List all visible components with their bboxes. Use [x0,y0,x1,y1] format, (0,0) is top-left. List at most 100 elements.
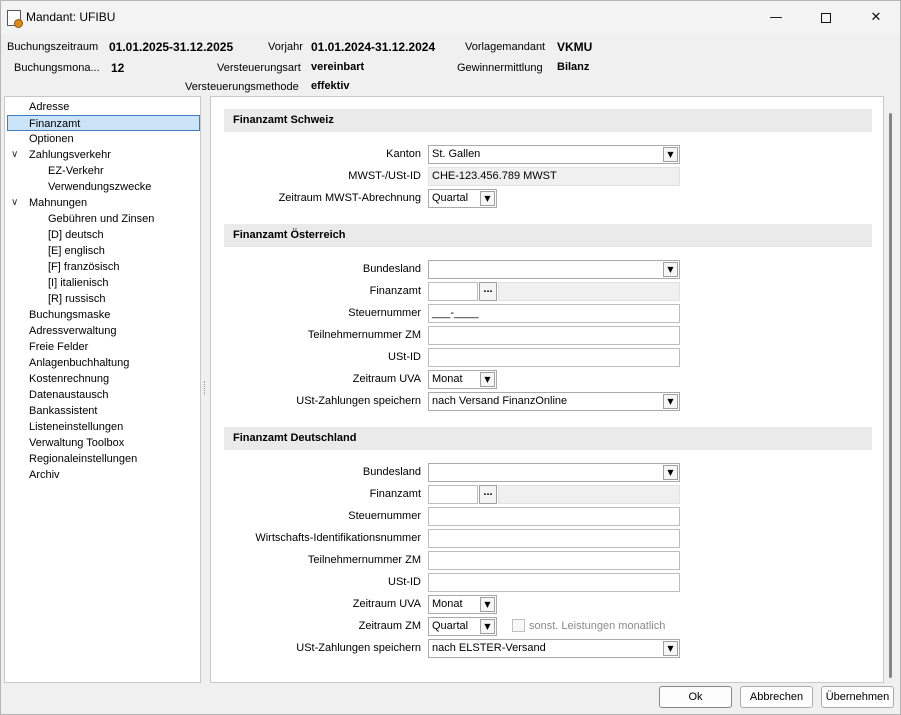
settings-tree[interactable]: Adresse Finanzamt Optionen ∨ Zahlungsver… [4,96,201,683]
tree-item-zahlungsverkehr[interactable]: Zahlungsverkehr [29,147,111,163]
at-teilnehmer-input[interactable] [428,326,680,345]
de-teilnehmer-input[interactable] [428,551,680,570]
de-ustid-input[interactable] [428,573,680,592]
finanzamt-panel: Finanzamt Schweiz Kanton St. Gallen ▼ MW… [210,96,884,683]
dropdown-arrow-icon[interactable]: ▼ [663,394,678,409]
at-finanzamt-browse-button[interactable]: ... [479,282,497,301]
de-teilnehmer-label: Teilnehmernummer ZM [307,554,421,566]
gewinnermittlung-label: Gewinnermittlung [457,62,543,74]
de-wid-input[interactable] [428,529,680,548]
section-schweiz-title: Finanzamt Schweiz [224,109,872,132]
tree-item-deutsch[interactable]: [D] deutsch [48,227,104,243]
buchungszeitraum-label: Buchungszeitraum [7,41,99,53]
at-ustid-label: USt-ID [388,351,421,363]
splitter-handle[interactable] [204,381,207,395]
tree-item-datenaustausch[interactable]: Datenaustausch [29,387,109,403]
tree-item-kostenrechnung[interactable]: Kostenrechnung [29,371,109,387]
de-zeitraum-uva-value: Monat [432,598,463,610]
de-zeitraum-zm-select[interactable]: Quartal ▼ [428,617,497,636]
tree-item-gebuehren[interactable]: Gebühren und Zinsen [48,211,154,227]
tree-item-verwaltung-toolbox[interactable]: Verwaltung Toolbox [29,435,124,451]
tree-item-anlagenbuchhaltung[interactable]: Anlagenbuchhaltung [29,355,129,371]
gewinnermittlung-value: Bilanz [557,61,590,73]
at-finanzamt-name [498,282,680,301]
de-zahlungen-select[interactable]: nach ELSTER-Versand ▼ [428,639,680,658]
tree-item-englisch[interactable]: [E] englisch [48,243,105,259]
de-zahlungen-label: USt-Zahlungen speichern [296,642,421,654]
maximize-button[interactable] [803,1,849,35]
dropdown-arrow-icon[interactable]: ▼ [480,619,495,634]
de-zeitraum-zm-label: Zeitraum ZM [358,620,421,632]
vorjahr-label: Vorjahr [268,41,303,53]
tree-item-mahnungen[interactable]: Mahnungen [29,195,87,211]
de-finanzamt-name [498,485,680,504]
at-teilnehmer-label: Teilnehmernummer ZM [307,329,421,341]
close-button[interactable]: ✕ [853,1,899,35]
tree-item-ez-verkehr[interactable]: EZ-Verkehr [48,163,104,179]
kanton-select[interactable]: St. Gallen ▼ [428,145,680,164]
dialog-window: Mandant: UFIBU — ✕ Buchungszeitraum 01.0… [0,0,901,715]
tree-item-italienisch[interactable]: [I] italienisch [48,275,109,291]
de-finanzamt-input[interactable] [428,485,478,504]
vertical-scrollbar[interactable] [889,113,892,678]
tree-item-finanzamt[interactable]: Finanzamt [7,115,200,131]
chevron-down-icon[interactable]: ∨ [11,195,18,211]
de-steuernummer-label: Steuernummer [348,510,421,522]
title-bar[interactable]: Mandant: UFIBU — ✕ [1,1,900,35]
at-steuernummer-input[interactable]: ___-____ [428,304,680,323]
de-zeitraum-uva-select[interactable]: Monat ▼ [428,595,497,614]
dropdown-arrow-icon[interactable]: ▼ [480,597,495,612]
de-bundesland-select[interactable]: ▼ [428,463,680,482]
versteuerungsart-value: vereinbart [311,61,365,73]
versteuerungsmethode-value: effektiv [311,80,350,92]
versteuerungsmethode-label: Versteuerungsmethode [185,81,299,93]
zeitraum-mwst-select[interactable]: Quartal ▼ [428,189,497,208]
apply-button[interactable]: Übernehmen [821,686,894,708]
tree-item-regionaleinstellungen[interactable]: Regionaleinstellungen [29,451,137,467]
sonst-leistungen-checkbox[interactable] [512,619,525,632]
minimize-button[interactable]: — [753,1,799,35]
at-ustid-input[interactable] [428,348,680,367]
tree-item-bankassistent[interactable]: Bankassistent [29,403,97,419]
dropdown-arrow-icon[interactable]: ▼ [480,191,495,206]
zeitraum-mwst-label: Zeitraum MWST-Abrechnung [278,192,421,204]
dropdown-arrow-icon[interactable]: ▼ [663,465,678,480]
at-steuernummer-label: Steuernummer [348,307,421,319]
de-ustid-label: USt-ID [388,576,421,588]
vorjahr-value: 01.01.2024-31.12.2024 [311,40,436,54]
at-bundesland-select[interactable]: ▼ [428,260,680,279]
dropdown-arrow-icon[interactable]: ▼ [480,372,495,387]
tree-item-archiv[interactable]: Archiv [29,467,60,483]
versteuerungsart-label: Versteuerungsart [217,62,301,74]
de-finanzamt-browse-button[interactable]: ... [479,485,497,504]
tree-item-buchungsmaske[interactable]: Buchungsmaske [29,307,110,323]
tree-item-listeneinstellungen[interactable]: Listeneinstellungen [29,419,123,435]
de-steuernummer-input[interactable] [428,507,680,526]
tree-item-russisch[interactable]: [R] russisch [48,291,105,307]
tree-item-adressverwaltung[interactable]: Adressverwaltung [29,323,116,339]
dropdown-arrow-icon[interactable]: ▼ [663,262,678,277]
chevron-down-icon[interactable]: ∨ [11,147,18,163]
kanton-value: St. Gallen [432,148,481,160]
buchungsmonat-label: Buchungsmona... [14,62,100,74]
ok-button[interactable]: Ok [659,686,732,708]
tree-item-verwendungszwecke[interactable]: Verwendungszwecke [48,179,151,195]
tree-item-freie-felder[interactable]: Freie Felder [29,339,88,355]
tree-item-franzoesisch[interactable]: [F] französisch [48,259,120,275]
buchungsmonat-value: 12 [111,61,125,75]
at-zahlungen-select[interactable]: nach Versand FinanzOnline ▼ [428,392,680,411]
section-oesterreich-title: Finanzamt Österreich [224,224,872,247]
at-finanzamt-input[interactable] [428,282,478,301]
dropdown-arrow-icon[interactable]: ▼ [663,147,678,162]
tree-item-optionen[interactable]: Optionen [29,131,74,147]
cancel-button[interactable]: Abbrechen [740,686,813,708]
tree-item-adresse[interactable]: Adresse [29,99,69,115]
at-zeitraum-uva-select[interactable]: Monat ▼ [428,370,497,389]
de-zahlungen-value: nach ELSTER-Versand [432,642,546,654]
at-zeitraum-uva-label: Zeitraum UVA [352,373,421,385]
dropdown-arrow-icon[interactable]: ▼ [663,641,678,656]
mwst-field[interactable]: CHE-123.456.789 MWST [428,167,680,186]
app-icon [7,10,23,28]
section-deutschland-title: Finanzamt Deutschland [224,427,872,450]
window-title: Mandant: UFIBU [26,10,116,24]
